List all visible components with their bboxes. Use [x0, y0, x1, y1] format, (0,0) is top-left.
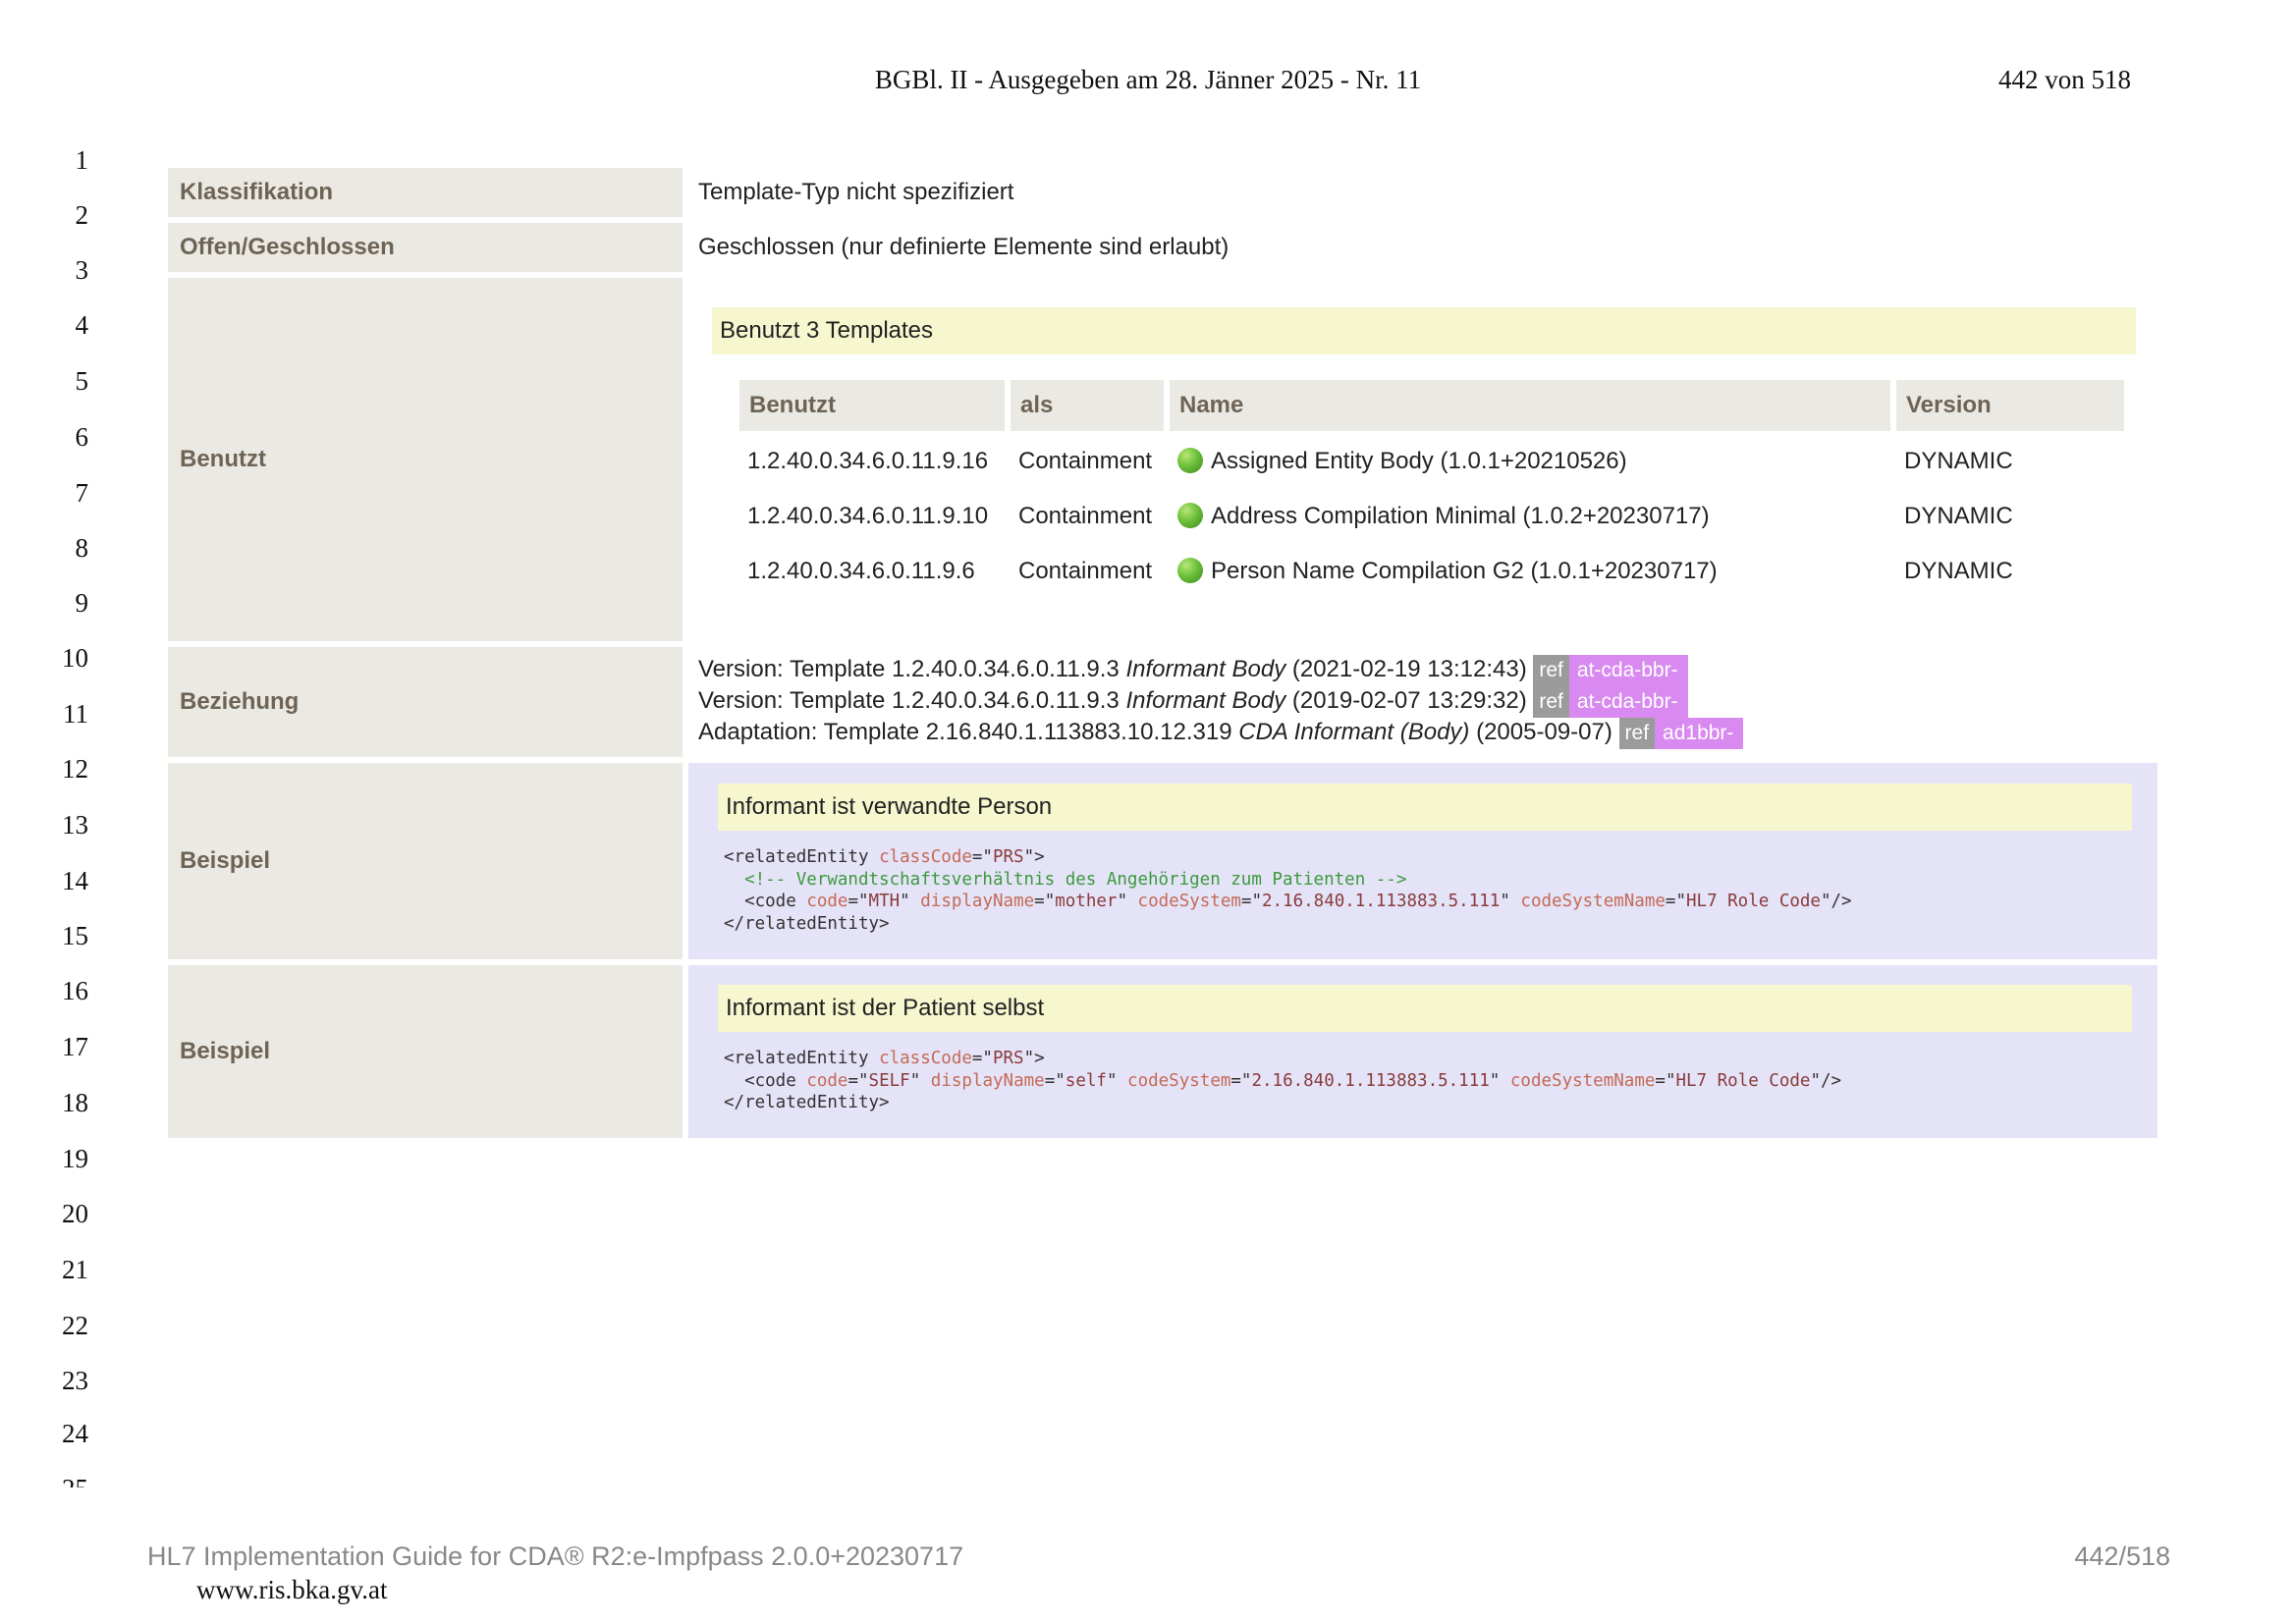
relationship-prefix: Version: Template 1.2.40.0.34.6.0.11.9.3: [698, 656, 1120, 682]
line-number: 18: [62, 1088, 88, 1117]
line-number: 20: [62, 1199, 88, 1228]
ref-badge: ref: [1533, 686, 1569, 718]
ref-badge: ref: [1533, 655, 1569, 686]
line-number: 9: [75, 588, 89, 618]
template-type: Containment: [1018, 448, 1153, 474]
example-heading: Informant ist verwandte Person: [718, 784, 2132, 831]
row-label: Beispiel: [168, 965, 683, 1138]
line-number: 19: [62, 1144, 88, 1173]
relationship-line: Adaptation: Template 2.16.840.1.113883.1…: [698, 718, 2148, 749]
status-active-icon: [1177, 557, 1203, 583]
line-number: 12: [62, 754, 88, 784]
line-number: 22: [62, 1311, 88, 1340]
table-row: 1.2.40.0.34.6.0.11.9.10 Containment Addr…: [739, 492, 2124, 541]
line-number: 15: [62, 921, 88, 950]
row-klassifikation: Klassifikation Template-Typ nicht spezif…: [168, 168, 2158, 217]
column-header: Benutzt: [739, 380, 1005, 431]
template-type: Containment: [1018, 503, 1153, 529]
example-code-block: <relatedEntity classCode="PRS"> <code co…: [724, 1049, 1842, 1113]
template-oid: 1.2.40.0.34.6.0.11.9.16: [747, 448, 989, 474]
column-header: Version: [1896, 380, 2124, 431]
line-number: 14: [62, 866, 88, 895]
line-number: 24: [62, 1419, 88, 1448]
line-number: 16: [62, 976, 88, 1005]
relationship-line: Version: Template 1.2.40.0.34.6.0.11.9.3…: [698, 686, 2148, 718]
status-active-icon: [1177, 447, 1203, 473]
relationship-prefix: Version: Template 1.2.40.0.34.6.0.11.9.3: [698, 687, 1120, 714]
line-number: 6: [75, 422, 89, 452]
template-version: DYNAMIC: [1904, 558, 2013, 584]
relationship-name: CDA Informant (Body): [1238, 719, 1470, 745]
row-label: Klassifikation: [168, 168, 683, 217]
line-number: 10: [62, 643, 88, 673]
line-number: 13: [62, 810, 88, 839]
row-beziehung: Beziehung Version: Template 1.2.40.0.34.…: [168, 647, 2158, 757]
line-number: 8: [75, 533, 89, 563]
row-offen-geschlossen: Offen/Geschlossen Geschlossen (nur defin…: [168, 223, 2158, 272]
relationship-date: (2005‑09‑07): [1476, 719, 1613, 745]
relationship-date: (2021‑02‑19 13:12:43): [1291, 656, 1527, 682]
template-type: Containment: [1018, 558, 1153, 584]
relationship-name: Informant Body: [1125, 656, 1286, 682]
row-value: Template-Typ nicht spezifiziert: [698, 179, 1014, 205]
line-number: 1: [75, 145, 89, 175]
template-name-link[interactable]: Person Name Compilation G2 (1.0.1+202307…: [1211, 558, 1718, 584]
page-header-number: 442 von 518: [1998, 65, 2131, 94]
line-number: 21: [62, 1255, 88, 1284]
template-oid: 1.2.40.0.34.6.0.11.9.6: [747, 558, 975, 584]
line-number: 17: [62, 1032, 88, 1061]
template-name-link[interactable]: Assigned Entity Body (1.0.1+20210526): [1211, 448, 1627, 474]
line-number: 23: [62, 1366, 88, 1395]
row-benutzt: Benutzt Benutzt 3 Templates Benutzt als …: [168, 278, 2158, 641]
line-number: 4: [75, 310, 89, 340]
line-number: 2: [75, 200, 89, 230]
row-beispiel-2: Beispiel Informant ist der Patient selbs…: [168, 965, 2158, 1138]
relationship-line: Version: Template 1.2.40.0.34.6.0.11.9.3…: [698, 655, 2148, 686]
line-number: 25: [20, 1474, 88, 1488]
column-header: Name: [1170, 380, 1890, 431]
used-templates-heading: Benutzt 3 Templates: [712, 307, 2136, 354]
example-heading: Informant ist der Patient selbst: [718, 985, 2132, 1033]
row-label: Benutzt: [168, 278, 683, 641]
line-number: 7: [75, 478, 89, 508]
row-label: Beziehung: [168, 647, 683, 757]
row-beispiel-1: Beispiel Informant ist verwandte Person …: [168, 763, 2158, 959]
relationship-prefix: Adaptation: Template 2.16.840.1.113883.1…: [698, 719, 1232, 745]
row-label: Offen/Geschlossen: [168, 223, 683, 272]
line-number: 5: [75, 366, 89, 396]
status-active-icon: [1177, 502, 1203, 528]
line-number: 11: [63, 699, 88, 729]
template-name-link[interactable]: Address Compilation Minimal (1.0.2+20230…: [1211, 503, 1710, 529]
template-details-table: Klassifikation Template-Typ nicht spezif…: [162, 162, 2163, 1144]
ref-value-link[interactable]: at-cda-bbr-: [1568, 655, 1688, 686]
relationship-name: Informant Body: [1125, 687, 1286, 714]
ref-value-link[interactable]: ad1bbr-: [1655, 718, 1744, 749]
footer-guide-title: HL7 Implementation Guide for CDA® R2:e-I…: [147, 1542, 964, 1571]
template-oid: 1.2.40.0.34.6.0.11.9.10: [747, 503, 989, 529]
column-header: als: [1011, 380, 1164, 431]
row-value: Geschlossen (nur definierte Elemente sin…: [698, 234, 1230, 260]
relationship-date: (2019‑02‑07 13:29:32): [1291, 687, 1527, 714]
ref-badge: ref: [1618, 718, 1656, 749]
line-number: 3: [75, 255, 89, 285]
used-templates-table: Benutzt als Name Version 1.2.40.0.34.6.0…: [734, 374, 2130, 602]
ref-value-link[interactable]: at-cda-bbr-: [1568, 686, 1688, 718]
row-label: Beispiel: [168, 763, 683, 959]
table-row: 1.2.40.0.34.6.0.11.9.16 Containment Assi…: [739, 437, 2124, 486]
table-row: 1.2.40.0.34.6.0.11.9.6 Containment Perso…: [739, 547, 2124, 596]
template-version: DYNAMIC: [1904, 448, 2013, 474]
template-version: DYNAMIC: [1904, 503, 2013, 529]
footer-url: www.ris.bka.gv.at: [196, 1575, 388, 1604]
example-code-block: <relatedEntity classCode="PRS"> <!-- Ver…: [724, 847, 1852, 934]
footer-page-number: 442/518: [2074, 1542, 2170, 1571]
